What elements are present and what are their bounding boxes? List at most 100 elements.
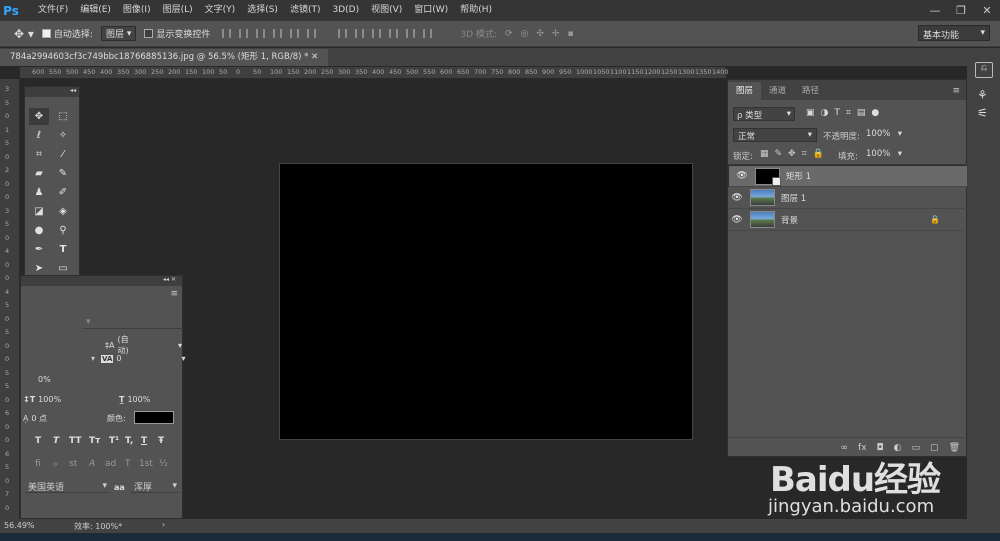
marquee-tool-icon[interactable]: ⬚ — [53, 108, 73, 125]
history-brush-tool-icon[interactable]: ✐ — [53, 184, 73, 201]
pen-tool-icon[interactable]: ✒ — [29, 241, 49, 258]
eraser-tool-icon[interactable]: ◪ — [29, 203, 49, 220]
align-left-icon[interactable] — [273, 29, 283, 38]
auto-select-checkbox[interactable]: 自动选择: — [41, 27, 93, 40]
opacity-input[interactable]: 100% ▾ — [864, 128, 904, 142]
paint-bucket-tool-icon[interactable]: ◈ — [53, 203, 73, 220]
align-vcenter-icon[interactable] — [239, 29, 249, 38]
visibility-eye-icon[interactable]: 👁 — [728, 193, 746, 203]
menu-layer[interactable]: 图层(L) — [157, 0, 199, 21]
tab-channels[interactable]: 通道 — [761, 82, 794, 100]
baseline-shift-control[interactable]: A͔ 0 点 — [23, 413, 47, 424]
layer-row-layer1[interactable]: 👁 图层 1 — [728, 187, 968, 209]
blur-tool-icon[interactable]: ● — [29, 222, 49, 239]
move-tool-preset-icon[interactable]: ✥ ▾ — [14, 27, 34, 41]
visibility-eye-icon[interactable]: 👁 — [733, 171, 751, 181]
close-button[interactable]: ✕ — [974, 0, 1000, 21]
text-color-swatch[interactable] — [134, 411, 174, 424]
fractions-button[interactable]: ½ — [159, 459, 168, 469]
menu-file[interactable]: 文件(F) — [32, 0, 74, 21]
type-tool-icon[interactable]: T — [53, 241, 73, 258]
layer-filter-dropdown[interactable]: ρ 类型 ▾ — [733, 107, 795, 121]
layer-row-background[interactable]: 👁 背景 🔒 — [728, 209, 968, 231]
blend-mode-dropdown[interactable]: 正常 ▾ — [733, 128, 817, 142]
leading-control[interactable]: ‡A (自动) ▾ — [105, 334, 182, 356]
distribute-hcenter-icon[interactable] — [406, 29, 416, 38]
antialias-dropdown[interactable]: 浑厚 ▾ — [131, 480, 179, 493]
superscript-button[interactable]: T¹ — [109, 436, 119, 446]
underline-button[interactable]: T — [141, 436, 147, 446]
document-canvas[interactable] — [279, 163, 693, 440]
swash-button[interactable]: A — [89, 459, 95, 469]
3d-roll-icon[interactable]: ◎ — [520, 29, 528, 39]
menu-3d[interactable]: 3D(D) — [326, 0, 365, 21]
strikethrough-button[interactable]: Ŧ — [158, 436, 164, 446]
menu-help[interactable]: 帮助(H) — [454, 0, 498, 21]
layer-filter-icons[interactable]: ▣◑T⌗▤● — [806, 108, 885, 118]
new-layer-icon[interactable]: ▢ — [930, 443, 939, 453]
tab-layers[interactable]: 图层 — [728, 82, 762, 100]
panel-collapse-icon[interactable]: ◂◂ ✕ — [21, 276, 182, 286]
distribute-vcenter-icon[interactable] — [355, 29, 365, 38]
magic-wand-tool-icon[interactable]: ✧ — [53, 127, 73, 144]
move-tool-icon[interactable]: ✥ — [29, 108, 49, 125]
tracking-control[interactable]: ▾ VA 0 ▾ — [91, 354, 186, 363]
titling-alternates-button[interactable]: T — [125, 459, 131, 469]
3d-drag-icon[interactable]: ✣ — [536, 29, 544, 39]
kerning-percent[interactable]: 0% — [38, 375, 51, 384]
menu-select[interactable]: 选择(S) — [241, 0, 284, 21]
history-panel-icon[interactable]: ⎌ — [975, 62, 993, 78]
subscript-button[interactable]: T, — [125, 436, 133, 446]
layer-style-icon[interactable]: fx — [858, 443, 867, 453]
distribute-bottom-icon[interactable] — [372, 29, 382, 38]
chevron-right-icon[interactable]: › — [162, 520, 165, 529]
small-caps-button[interactable]: Tт — [89, 436, 100, 446]
workspace-dropdown[interactable]: 基本功能 ▾ — [918, 25, 990, 41]
menu-window[interactable]: 窗口(W) — [408, 0, 454, 21]
zoom-level[interactable]: 56.49% — [4, 521, 35, 530]
ordinals-button[interactable]: 1st — [139, 459, 153, 469]
lasso-tool-icon[interactable]: ℓ — [29, 127, 49, 144]
delete-layer-icon[interactable]: 🗑 — [949, 443, 960, 453]
panel-menu-icon[interactable]: ≡ — [170, 289, 178, 299]
healing-brush-tool-icon[interactable]: ▰ — [29, 165, 49, 182]
lock-icons[interactable]: ▦✎✥⌗🔒 — [760, 149, 830, 159]
stylistic-alternates-button[interactable]: ad — [105, 459, 116, 469]
add-mask-icon[interactable]: ◘ — [877, 443, 884, 453]
menu-type[interactable]: 文字(Y) — [199, 0, 242, 21]
menu-edit[interactable]: 编辑(E) — [74, 0, 117, 21]
visibility-eye-icon[interactable]: 👁 — [728, 215, 746, 225]
eyedropper-tool-icon[interactable]: ⁄ — [53, 146, 73, 163]
dodge-tool-icon[interactable]: ⚲ — [53, 222, 73, 239]
brush-tool-icon[interactable]: ✎ — [53, 165, 73, 182]
vertical-scale-control[interactable]: ↕T 100% — [23, 395, 61, 404]
align-hcenter-icon[interactable] — [290, 29, 300, 38]
collapse-arrows-icon[interactable]: ◂◂ — [25, 87, 79, 97]
tab-paths[interactable]: 路径 — [794, 82, 827, 100]
faux-italic-button[interactable]: T — [53, 436, 59, 446]
link-layers-icon[interactable]: ∞ — [841, 443, 849, 453]
3d-rotate-icon[interactable]: ⟳ — [505, 29, 513, 39]
adjustment-layer-icon[interactable]: ◐ — [894, 443, 902, 453]
ligatures-button[interactable]: fi — [35, 459, 41, 469]
menu-view[interactable]: 视图(V) — [365, 0, 408, 21]
efficiency-info[interactable]: 效率: 100%* — [74, 521, 122, 532]
fill-input[interactable]: 100% ▾ — [864, 148, 904, 162]
align-bottom-icon[interactable] — [256, 29, 266, 38]
clone-stamp-tool-icon[interactable]: ♟ — [29, 184, 49, 201]
document-tab[interactable]: 784a2994603cf3c749bbc18766885136.jpg @ 5… — [0, 49, 329, 66]
adjustments-panel-icon[interactable]: ⚟ — [977, 106, 1000, 120]
show-transform-checkbox[interactable]: 显示变换控件 — [144, 27, 210, 40]
3d-slide-icon[interactable]: ✢ — [552, 29, 560, 39]
minimize-button[interactable]: — — [922, 0, 948, 21]
horizontal-scale-control[interactable]: T̲ 100% — [119, 395, 150, 404]
align-right-icon[interactable] — [307, 29, 317, 38]
brush-panel-icon[interactable]: ⚘ — [977, 88, 1000, 102]
distribute-left-icon[interactable] — [389, 29, 399, 38]
align-top-icon[interactable] — [222, 29, 232, 38]
menu-filter[interactable]: 滤镜(T) — [284, 0, 327, 21]
contextual-alternates-button[interactable]: ℴ — [53, 459, 57, 469]
panel-menu-icon[interactable]: ≡ — [952, 82, 960, 100]
discretionary-ligatures-button[interactable]: st — [69, 459, 77, 469]
menu-image[interactable]: 图像(I) — [117, 0, 157, 21]
